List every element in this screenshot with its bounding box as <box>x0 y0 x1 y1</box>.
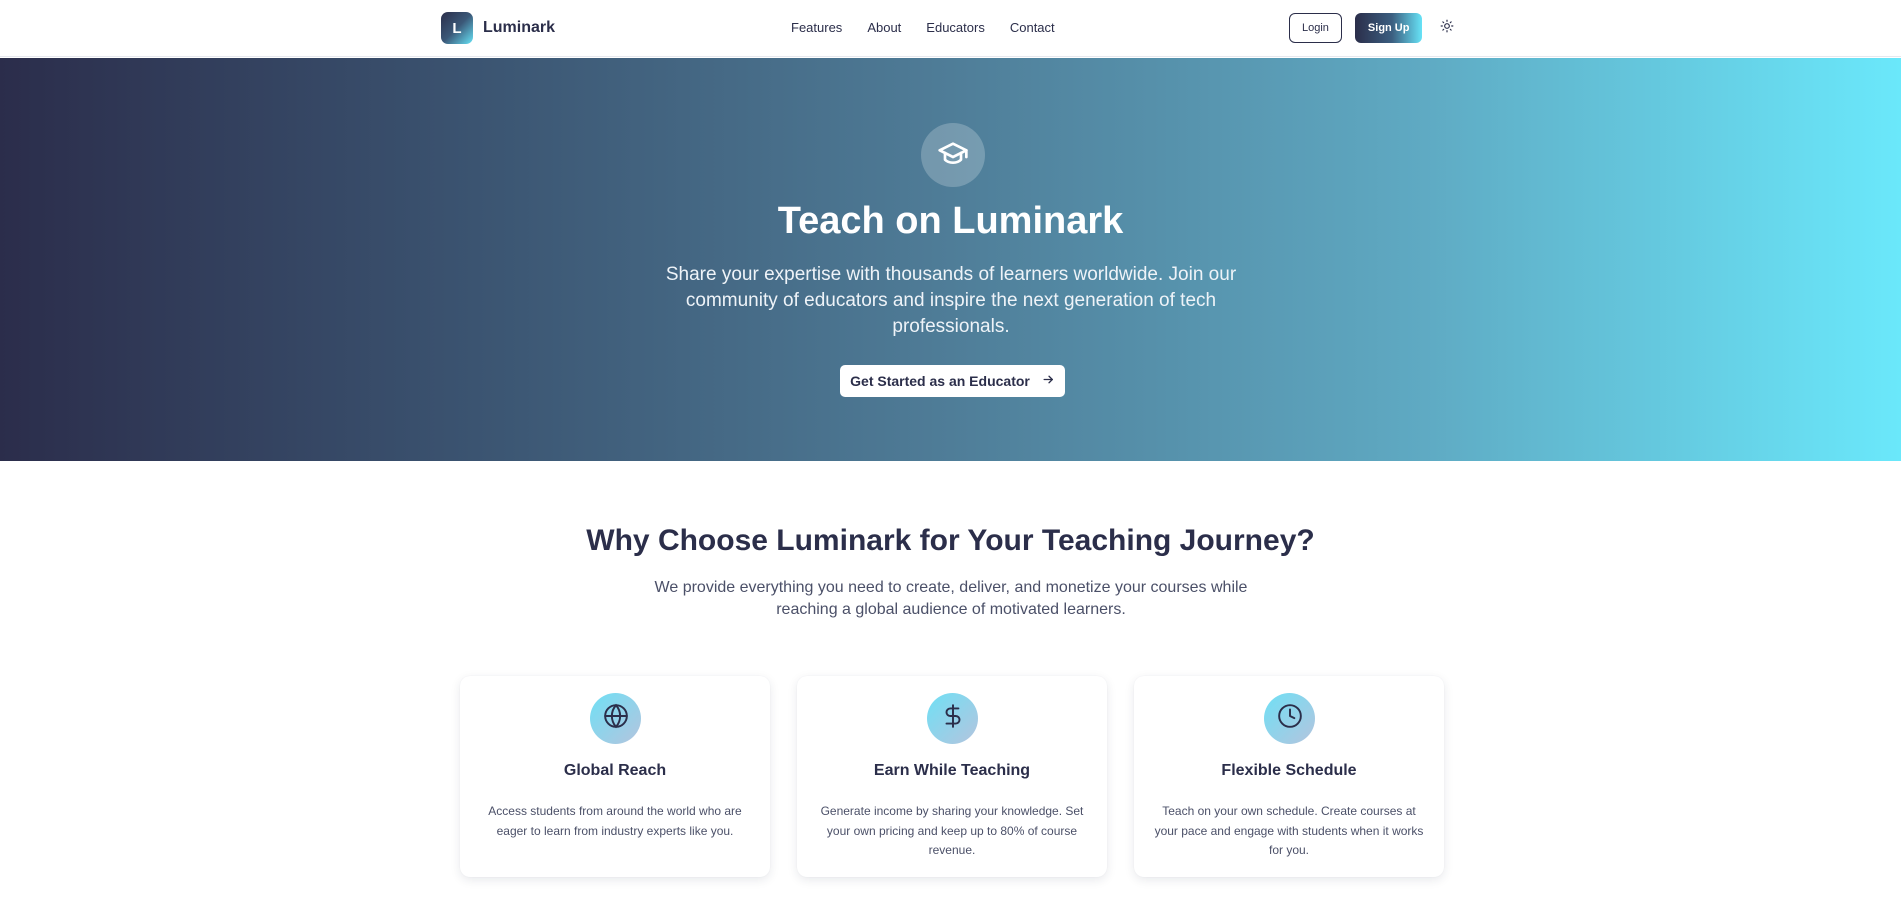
hero-subtitle: Share your expertise with thousands of l… <box>665 264 1237 337</box>
card-description: Access students from around the world wh… <box>488 804 742 838</box>
dollar-icon <box>940 703 966 734</box>
card-description: Generate income by sharing your knowledg… <box>820 804 1084 857</box>
why-section-title: Why Choose Luminark for Your Teaching Jo… <box>586 524 1315 557</box>
hero-title: Teach on Luminark <box>777 200 1124 242</box>
cta-label: Get Started as an Educator <box>850 373 1030 389</box>
nav-links: Features About Educators Contact <box>791 20 1055 35</box>
nav-link-features[interactable]: Features <box>791 20 842 35</box>
feature-card-flexible-schedule: Flexible Schedule Teach on your own sche… <box>1134 676 1444 877</box>
arrow-right-icon <box>1042 373 1055 389</box>
globe-icon <box>603 703 629 734</box>
signup-button[interactable]: Sign Up <box>1354 13 1423 43</box>
card-title: Global Reach <box>563 762 667 779</box>
card-description: Teach on your own schedule. Create cours… <box>1154 804 1424 857</box>
theme-toggle-button[interactable] <box>1435 16 1459 40</box>
graduation-cap-icon <box>937 137 969 174</box>
nav-actions: Login Sign Up <box>1289 13 1459 43</box>
feature-card-earn-while-teaching: Earn While Teaching Generate income by s… <box>797 676 1107 877</box>
feature-card-global-reach: Global Reach Access students from around… <box>460 676 770 877</box>
nav-link-contact[interactable]: Contact <box>1010 20 1055 35</box>
nav-link-educators[interactable]: Educators <box>926 20 985 35</box>
sun-icon <box>1440 19 1454 38</box>
hero-section: Teach on Luminark Share your expertise w… <box>0 58 1901 461</box>
card-title: Earn While Teaching <box>873 762 1031 779</box>
card-icon-badge <box>590 693 641 744</box>
brand-logo[interactable]: L <box>441 12 473 44</box>
brand-name[interactable]: Luminark <box>483 19 555 37</box>
why-section-subtitle: We provide everything you need to create… <box>654 579 1248 618</box>
clock-icon <box>1277 703 1303 734</box>
card-icon-badge <box>927 693 978 744</box>
hero-icon-badge <box>921 123 985 187</box>
navbar: L Luminark Features About Educators Cont… <box>0 0 1901 57</box>
card-icon-badge <box>1264 693 1315 744</box>
nav-link-about[interactable]: About <box>867 20 901 35</box>
login-button[interactable]: Login <box>1289 13 1342 43</box>
card-title: Flexible Schedule <box>1221 762 1357 779</box>
brand[interactable]: L Luminark <box>441 12 555 44</box>
get-started-educator-button[interactable]: Get Started as an Educator <box>840 365 1065 397</box>
